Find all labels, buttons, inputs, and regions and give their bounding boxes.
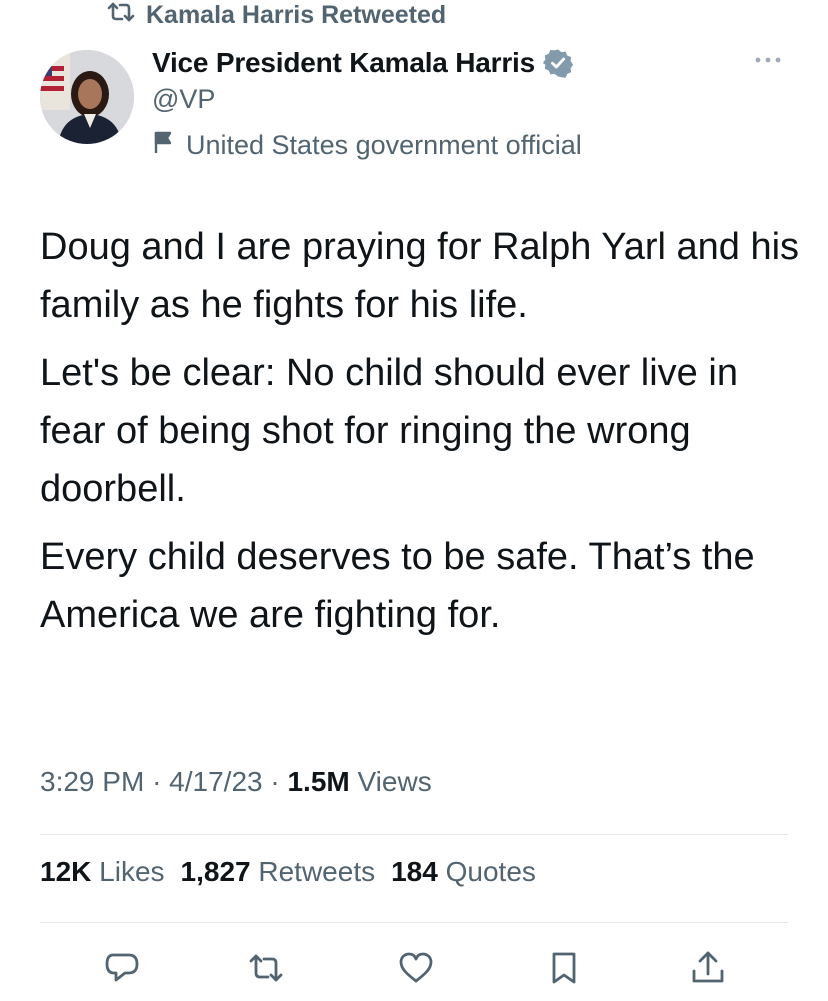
flag-background: [40, 64, 64, 91]
retweets-label: Retweets: [258, 856, 376, 887]
more-options-button[interactable]: [748, 48, 788, 72]
likes-label: Likes: [99, 856, 165, 887]
tweet-meta: 3:29 PM · 4/17/23 · 1.5M Views: [40, 766, 432, 798]
meta-separator: ·: [270, 766, 280, 797]
author-block: Vice President Kamala Harris @VP United …: [152, 44, 752, 162]
meta-separator: ·: [152, 766, 162, 797]
retweet-icon: [249, 954, 283, 982]
avatar[interactable]: [40, 50, 134, 144]
retweet-icon: [106, 0, 136, 31]
more-icon: [755, 57, 781, 63]
bookmark-button[interactable]: [542, 946, 586, 990]
bookmark-icon: [552, 952, 576, 984]
retweet-button[interactable]: [244, 946, 288, 990]
author-name[interactable]: Vice President Kamala Harris: [152, 47, 535, 79]
tweet-paragraph: Doug and I are praying for Ralph Yarl an…: [40, 226, 800, 326]
likes-count: 12K: [40, 856, 92, 887]
retweet-banner-text: Kamala Harris Retweeted: [146, 0, 447, 29]
engagement-stats: 12K Likes 1,827 Retweets 184 Quotes: [40, 856, 536, 888]
likes-stat[interactable]: 12K Likes: [40, 856, 165, 888]
tweet-text: Doug and I are praying for Ralph Yarl an…: [40, 218, 800, 654]
share-button[interactable]: [686, 946, 730, 990]
heart-icon: [399, 952, 433, 983]
tweet-paragraph: Every child deserves to be safe. That’s …: [40, 536, 755, 636]
flag-icon: [152, 129, 178, 162]
views-label[interactable]: Views: [358, 766, 432, 797]
verified-badge-icon[interactable]: [542, 48, 573, 78]
author-handle[interactable]: @VP: [152, 84, 752, 115]
tweet-detail: Kamala Harris Retweeted Vice President K…: [0, 0, 828, 1001]
government-label-text: United States government official: [186, 130, 582, 160]
quotes-stat[interactable]: 184 Quotes: [391, 856, 536, 888]
action-bar: [0, 946, 828, 990]
retweets-count: 1,827: [180, 856, 251, 887]
divider: [40, 922, 788, 923]
reply-icon: [105, 953, 139, 982]
share-icon: [692, 951, 724, 983]
reply-button[interactable]: [100, 946, 144, 990]
retweets-stat[interactable]: 1,827 Retweets: [181, 856, 376, 888]
retweet-banner[interactable]: Kamala Harris Retweeted: [106, 0, 446, 30]
government-label[interactable]: United States government official: [152, 129, 752, 162]
tweet-paragraph: Let's be clear: No child should ever liv…: [40, 352, 738, 510]
tweet-time[interactable]: 3:29 PM: [40, 766, 144, 797]
divider: [40, 834, 788, 835]
quotes-label: Quotes: [445, 856, 536, 887]
like-button[interactable]: [394, 946, 438, 990]
quotes-count: 184: [391, 856, 438, 887]
views-count[interactable]: 1.5M: [287, 766, 349, 797]
tweet-date[interactable]: 4/17/23: [169, 766, 262, 797]
